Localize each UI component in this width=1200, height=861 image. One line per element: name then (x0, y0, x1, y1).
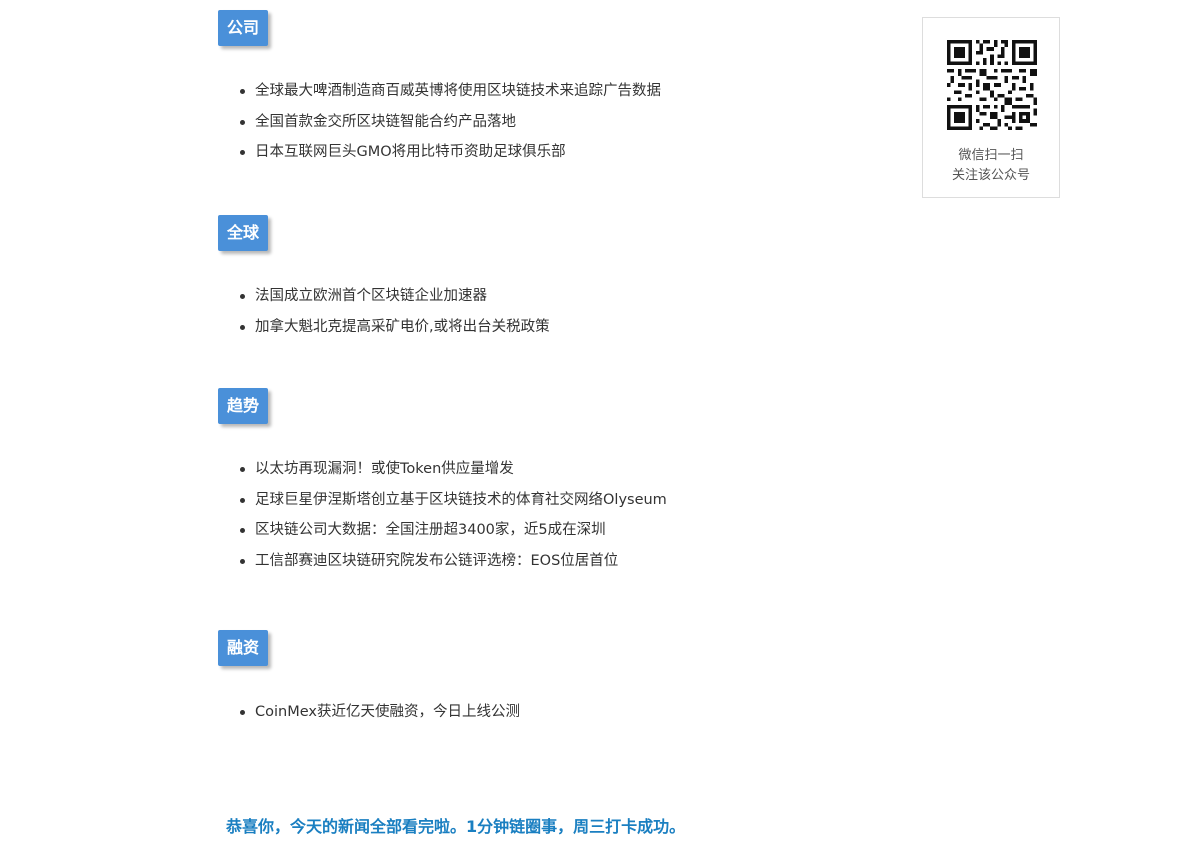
news-item[interactable]: 工信部赛迪区块链研究院发布公链评选榜：EOS位居首位 (240, 546, 800, 577)
news-title: 加拿大魁北克提高采矿电价,或将出台关税政策 (255, 318, 550, 335)
news-title: 足球巨星伊涅斯塔创立基于区块链技术的体育社交网络Olyseum (255, 491, 667, 508)
qr-card: 微信扫一扫 关注该公众号 (922, 17, 1060, 198)
news-item[interactable]: 区块链公司大数据：全国注册超3400家，近5成在深圳 (240, 515, 800, 546)
bullet-icon (240, 710, 245, 715)
section-company: 公司 (218, 10, 778, 46)
news-list-trend: 以太坊再现漏洞！或使Token供应量增发 足球巨星伊涅斯塔创立基于区块链技术的体… (240, 454, 800, 576)
section-trend: 趋势 (218, 388, 778, 424)
news-list-financing: CoinMex获近亿天使融资，今日上线公测 (240, 697, 800, 728)
news-item[interactable]: 全国首款金交所区块链智能合约产品落地 (240, 107, 800, 138)
bullet-icon (240, 89, 245, 94)
bullet-icon (240, 324, 245, 330)
news-item[interactable]: 以太坊再现漏洞！或使Token供应量增发 (240, 454, 800, 485)
news-item[interactable]: 加拿大魁北克提高采矿电价,或将出台关税政策 (240, 312, 800, 343)
news-item[interactable]: 日本互联网巨头GMO将用比特币资助足球俱乐部 (240, 137, 800, 168)
news-title: 以太坊再现漏洞！或使Token供应量增发 (255, 461, 514, 477)
news-title: CoinMex获近亿天使融资，今日上线公测 (255, 704, 520, 720)
news-item[interactable]: 全球最大啤酒制造商百威英博将使用区块链技术来追踪广告数据 (240, 76, 800, 107)
bullet-icon (240, 119, 245, 125)
tag-financing[interactable]: 融资 (218, 630, 269, 666)
section-financing: 融资 (218, 630, 778, 666)
news-title: 法国成立欧洲首个区块链企业加速器 (255, 288, 487, 304)
news-list-company: 全球最大啤酒制造商百威英博将使用区块链技术来追踪广告数据 全国首款金交所区块链智… (240, 76, 800, 168)
section-global: 全球 (218, 215, 778, 251)
bullet-icon (240, 558, 245, 564)
bullet-icon (240, 294, 245, 299)
tag-company[interactable]: 公司 (218, 10, 269, 46)
tag-global[interactable]: 全球 (218, 215, 269, 251)
news-title: 全球最大啤酒制造商百威英博将使用区块链技术来追踪广告数据 (255, 83, 661, 99)
news-item[interactable]: CoinMex获近亿天使融资，今日上线公测 (240, 697, 800, 728)
tag-trend[interactable]: 趋势 (218, 388, 269, 424)
news-title: 工信部赛迪区块链研究院发布公链评选榜：EOS位居首位 (255, 552, 619, 569)
bullet-icon (240, 150, 245, 155)
news-title: 日本互联网巨头GMO将用比特币资助足球俱乐部 (255, 144, 566, 160)
news-title: 区块链公司大数据：全国注册超3400家，近5成在深圳 (255, 522, 606, 538)
qr-code-icon (947, 40, 1037, 130)
news-item[interactable]: 足球巨星伊涅斯塔创立基于区块链技术的体育社交网络Olyseum (240, 485, 800, 516)
news-list-global: 法国成立欧洲首个区块链企业加速器 加拿大魁北克提高采矿电价,或将出台关税政策 (240, 281, 800, 342)
footer-message: 恭喜你，今天的新闻全部看完啦。1分钟链圈事，周三打卡成功。 (226, 817, 686, 836)
news-item[interactable]: 法国成立欧洲首个区块链企业加速器 (240, 281, 800, 312)
bullet-icon (240, 528, 245, 533)
news-title: 全国首款金交所区块链智能合约产品落地 (255, 113, 516, 130)
bullet-icon (240, 467, 245, 472)
qr-caption-line2: 关注该公众号 (951, 168, 1030, 183)
bullet-icon (240, 497, 245, 503)
qr-caption-line1: 微信扫一扫 (958, 148, 1024, 163)
